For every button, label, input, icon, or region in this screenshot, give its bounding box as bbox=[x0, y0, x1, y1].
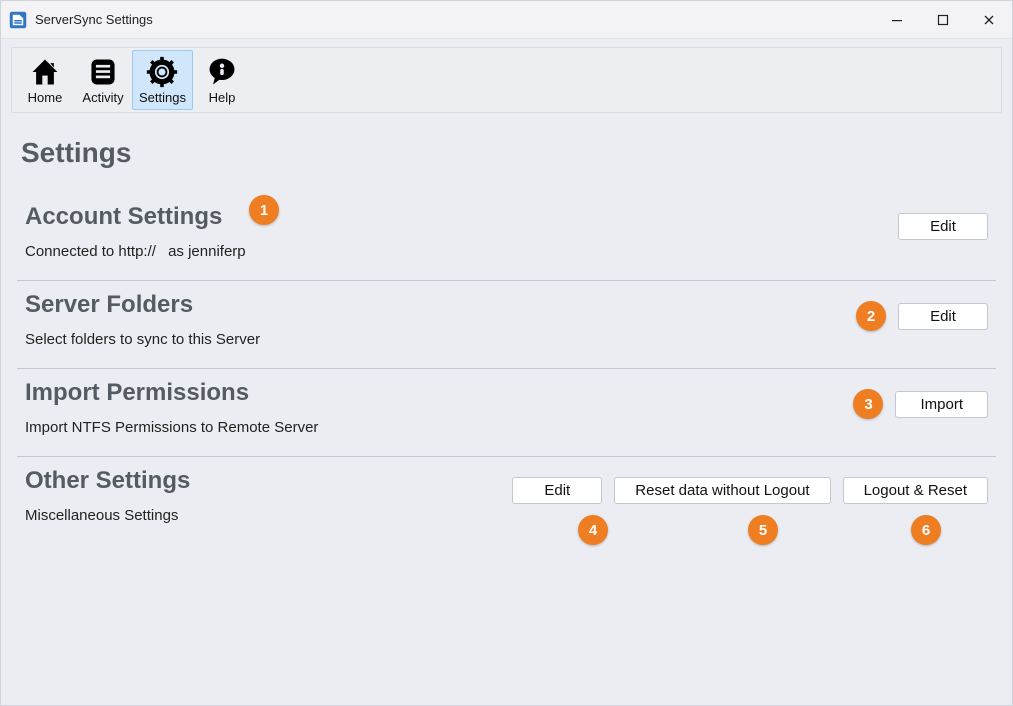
section-account-sub: Connected to http:// as jenniferp bbox=[25, 243, 898, 260]
toolbar-activity[interactable]: Activity bbox=[74, 50, 132, 110]
reset-data-button[interactable]: Reset data without Logout bbox=[614, 477, 830, 504]
section-folders-title: Server Folders bbox=[25, 291, 856, 319]
toolbar-help[interactable]: Help bbox=[193, 50, 251, 110]
help-icon bbox=[206, 56, 238, 88]
titlebar: ServerSync Settings bbox=[1, 1, 1012, 39]
toolbar-settings[interactable]: Settings bbox=[132, 50, 193, 110]
toolbar-wrap: Home Activity bbox=[1, 39, 1012, 113]
minimize-button[interactable] bbox=[874, 1, 920, 39]
section-folders: Server Folders Select folders to sync to… bbox=[17, 281, 996, 369]
section-import: Import Permissions Import NTFS Permissio… bbox=[17, 369, 996, 457]
toolbar: Home Activity bbox=[11, 47, 1002, 113]
toolbar-settings-label: Settings bbox=[139, 90, 186, 105]
account-sub-prefix: Connected to http:// bbox=[25, 243, 156, 260]
import-button[interactable]: Import bbox=[895, 391, 988, 418]
activity-icon bbox=[87, 56, 119, 88]
section-other-title: Other Settings bbox=[25, 467, 512, 495]
annotation-badge-6: 6 bbox=[911, 515, 941, 545]
section-account-title: Account Settings bbox=[25, 203, 898, 231]
page-title: Settings bbox=[21, 137, 992, 169]
window: ServerSync Settings Home bbox=[0, 0, 1013, 706]
app-icon bbox=[9, 11, 27, 29]
toolbar-help-label: Help bbox=[209, 90, 236, 105]
section-import-title: Import Permissions bbox=[25, 379, 853, 407]
maximize-button[interactable] bbox=[920, 1, 966, 39]
gear-icon bbox=[146, 56, 178, 88]
content: Settings Account Settings Connected to h… bbox=[1, 113, 1012, 705]
close-button[interactable] bbox=[966, 1, 1012, 39]
toolbar-home-label: Home bbox=[28, 90, 63, 105]
section-import-sub: Import NTFS Permissions to Remote Server bbox=[25, 419, 853, 436]
other-edit-button[interactable]: Edit bbox=[512, 477, 602, 504]
account-edit-button[interactable]: Edit bbox=[898, 213, 988, 240]
section-other-sub: Miscellaneous Settings bbox=[25, 507, 512, 524]
account-sub-suffix: as jenniferp bbox=[164, 243, 246, 260]
toolbar-activity-label: Activity bbox=[82, 90, 123, 105]
logout-reset-button[interactable]: Logout & Reset bbox=[843, 477, 988, 504]
window-title: ServerSync Settings bbox=[35, 12, 153, 27]
section-other: Other Settings Miscellaneous Settings Ed… bbox=[17, 457, 996, 544]
section-account: Account Settings Connected to http:// as… bbox=[17, 193, 996, 281]
annotation-badge-1: 1 bbox=[249, 195, 279, 225]
home-icon bbox=[29, 56, 61, 88]
section-folders-sub: Select folders to sync to this Server bbox=[25, 331, 856, 348]
annotation-badge-4: 4 bbox=[578, 515, 608, 545]
annotation-badge-2: 2 bbox=[856, 301, 886, 331]
folders-edit-button[interactable]: Edit bbox=[898, 303, 988, 330]
annotation-badge-5: 5 bbox=[748, 515, 778, 545]
annotation-badge-3: 3 bbox=[853, 389, 883, 419]
toolbar-home[interactable]: Home bbox=[16, 50, 74, 110]
